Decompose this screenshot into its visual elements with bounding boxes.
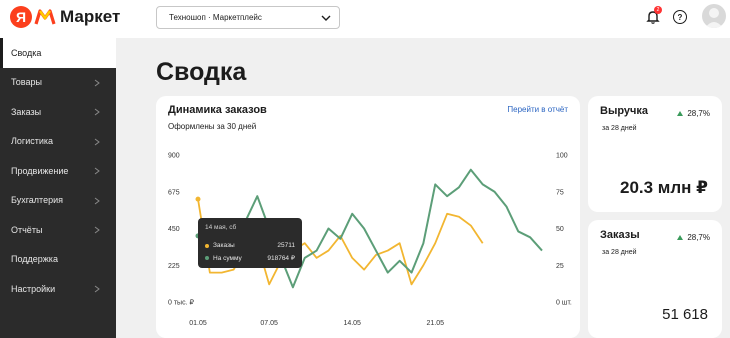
yandex-logo-icon: Я [10, 6, 32, 28]
help-button[interactable]: ? [673, 10, 687, 24]
chevron-right-icon [94, 197, 100, 204]
chevron-right-icon [94, 138, 100, 145]
user-icon [705, 8, 723, 28]
revenue-trend: 28,7% [677, 109, 710, 118]
page-title: Сводка [156, 58, 247, 86]
x-tick-label: 07.05 [260, 320, 278, 327]
sidebar-item-label: Товары [11, 77, 42, 88]
tooltip-date: 14 мая, сб [205, 224, 237, 231]
sidebar-item-support[interactable]: Поддержка [0, 245, 116, 275]
sidebar-item-settings[interactable]: Настройки [0, 274, 116, 304]
sidebar-item-promotion[interactable]: Продвижение [0, 156, 116, 186]
sidebar-item-accounting[interactable]: Бухгалтерия [0, 186, 116, 216]
orders-trend-value: 28,7% [687, 233, 710, 242]
shop-select[interactable]: Техношоп · Маркетплейс [156, 6, 340, 29]
trend-up-icon [677, 111, 684, 116]
tooltip-sum-value: 918764 ₽ [267, 255, 295, 262]
chart-tooltip: 14 мая, сб Заказы 25711 На сумму 918764 … [198, 218, 302, 268]
sidebar-item-label: Бухгалтерия [11, 195, 63, 206]
sidebar-item-label: Логистика [11, 136, 54, 147]
market-logo[interactable]: Я Маркет [10, 6, 120, 28]
orders-line-chart: 900 675 450 225 0 тыс. ₽ 100 75 50 25 0 шт. 01.05 0… [168, 153, 572, 328]
sidebar-item-label: Отчёты [11, 224, 43, 235]
x-tick-label: 14.05 [343, 320, 361, 327]
top-header: Я Маркет Техношоп · Маркетплейс 2 ? [0, 0, 730, 36]
y-tick-label-left: 450 [168, 226, 180, 233]
revenue-value: 20.3 млн ₽ [619, 178, 708, 197]
sidebar-item-orders[interactable]: Заказы [0, 97, 116, 127]
hover-point [195, 196, 201, 202]
tooltip-orders-value: 25711 [277, 242, 295, 249]
orders-title: Заказы [600, 229, 640, 241]
x-tick-label: 01.05 [189, 320, 207, 327]
sum-dot-icon [205, 256, 209, 260]
chevron-down-icon [321, 15, 331, 21]
revenue-trend-value: 28,7% [687, 109, 710, 118]
sidebar-item-logistics[interactable]: Логистика [0, 127, 116, 157]
tooltip-orders-row: Заказы 25711 [205, 242, 295, 249]
orders-subtitle: за 28 дней [602, 249, 637, 256]
y-tick-label-right: 75 [556, 189, 564, 196]
sidebar-item-label: Поддержка [11, 254, 58, 265]
sidebar-item-summary[interactable]: Сводка [0, 38, 116, 68]
y-tick-label-left: 675 [168, 189, 180, 196]
revenue-card: Выручка 28,7% за 28 дней 20.3 млн ₽ [588, 96, 722, 212]
notification-badge: 2 [654, 6, 662, 14]
orders-value: 51 618 [662, 306, 708, 323]
chevron-right-icon [94, 226, 100, 234]
sidebar-item-label: Сводка [11, 47, 42, 58]
sidebar-item-products[interactable]: Товары [0, 68, 116, 98]
orders-trend: 28,7% [677, 233, 710, 242]
avatar[interactable] [702, 4, 726, 28]
orders-dot-icon [205, 243, 209, 248]
logo-text: Маркет [60, 7, 121, 26]
sidebar-item-reports[interactable]: Отчёты [0, 215, 116, 245]
market-logo-mark [34, 9, 56, 25]
y-tick-label-right: 100 [556, 153, 568, 160]
orders-card: Заказы 28,7% за 28 дней 51 618 [588, 220, 722, 338]
tooltip-sum-label: На сумму [213, 254, 242, 262]
orders-dynamics-card: Динамика заказов Оформлены за 30 дней Пе… [156, 96, 580, 338]
chevron-right-icon [94, 108, 100, 116]
revenue-subtitle: за 28 дней [602, 125, 637, 132]
chevron-right-icon [94, 285, 100, 293]
revenue-title: Выручка [600, 105, 649, 117]
x-tick-label: 21.05 [426, 320, 444, 327]
tooltip-orders-label: Заказы [213, 242, 235, 249]
sidebar-item-label: Продвижение [11, 165, 69, 176]
main-content: Сводка Динамика заказов Оформлены за 30 … [116, 38, 730, 338]
sidebar-item-label: Заказы [11, 106, 42, 117]
y-tick-label-right: 0 шт. [556, 300, 572, 307]
y-tick-label-right: 25 [556, 263, 564, 270]
shop-select-value: Техношоп · Маркетплейс [169, 13, 262, 22]
chevron-right-icon [94, 167, 100, 175]
chevron-right-icon [94, 79, 100, 86]
trend-up-icon [677, 235, 684, 240]
y-tick-label-left: 900 [168, 153, 180, 160]
y-tick-label-left: 0 тыс. ₽ [168, 299, 194, 307]
sidebar-item-label: Настройки [11, 283, 56, 294]
tooltip-sum-row: На сумму 918764 ₽ [205, 254, 295, 262]
notifications-button[interactable]: 2 [645, 6, 662, 25]
sidebar: Сводка Товары Заказы Логистика Продвижен… [0, 38, 116, 338]
y-tick-label-right: 50 [556, 226, 564, 233]
y-tick-label-left: 225 [168, 263, 180, 270]
